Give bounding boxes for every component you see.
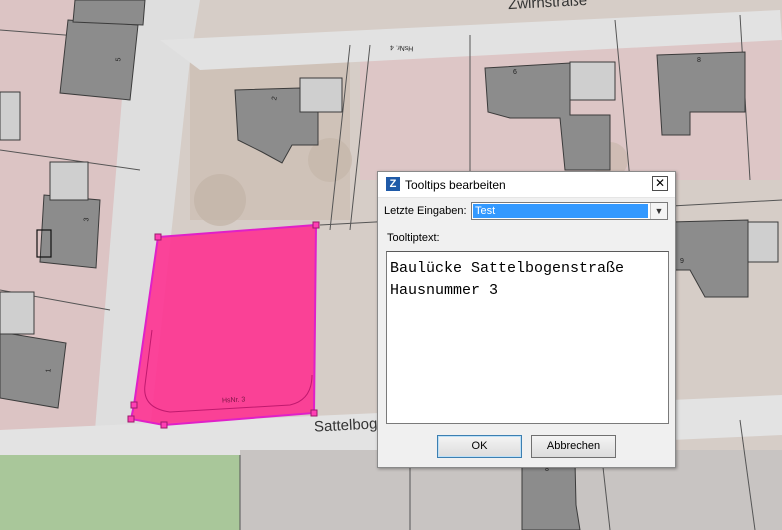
ok-button[interactable]: OK: [437, 435, 522, 458]
tooltip-text-area[interactable]: Baulücke Sattelbogenstraße Hausnummer 3: [386, 251, 669, 424]
recent-entries-label: Letzte Eingaben:: [384, 205, 467, 217]
dialog-titlebar[interactable]: Z Tooltips bearbeiten ✕: [378, 172, 675, 198]
house-number-label: 3: [83, 217, 91, 222]
house-number-label: 8: [697, 57, 701, 64]
close-icon: ✕: [654, 176, 666, 190]
street-label-sattelbogen: Sattelbog: [313, 415, 378, 436]
app-icon: Z: [386, 177, 400, 191]
close-button[interactable]: ✕: [652, 176, 668, 191]
recent-entries-select[interactable]: Test ▼: [471, 202, 668, 220]
tooltip-edit-dialog: Z Tooltips bearbeiten ✕ Letzte Eingaben:…: [377, 171, 676, 468]
recent-entries-value: Test: [473, 204, 648, 218]
cancel-button[interactable]: Abbrechen: [531, 435, 616, 458]
house-number-label: HsNr. 4: [389, 43, 414, 52]
house-number-label: 9: [680, 258, 684, 265]
chevron-down-icon[interactable]: ▼: [650, 203, 667, 219]
house-number-label: 5: [115, 57, 123, 62]
dialog-title: Tooltips bearbeiten: [405, 178, 506, 192]
house-number-label: 6: [513, 69, 517, 76]
polygon-house-number-label: HsNr. 3: [221, 396, 246, 405]
house-number-label: 1: [45, 368, 53, 373]
tooltip-text-label: Tooltiptext:: [387, 232, 440, 244]
